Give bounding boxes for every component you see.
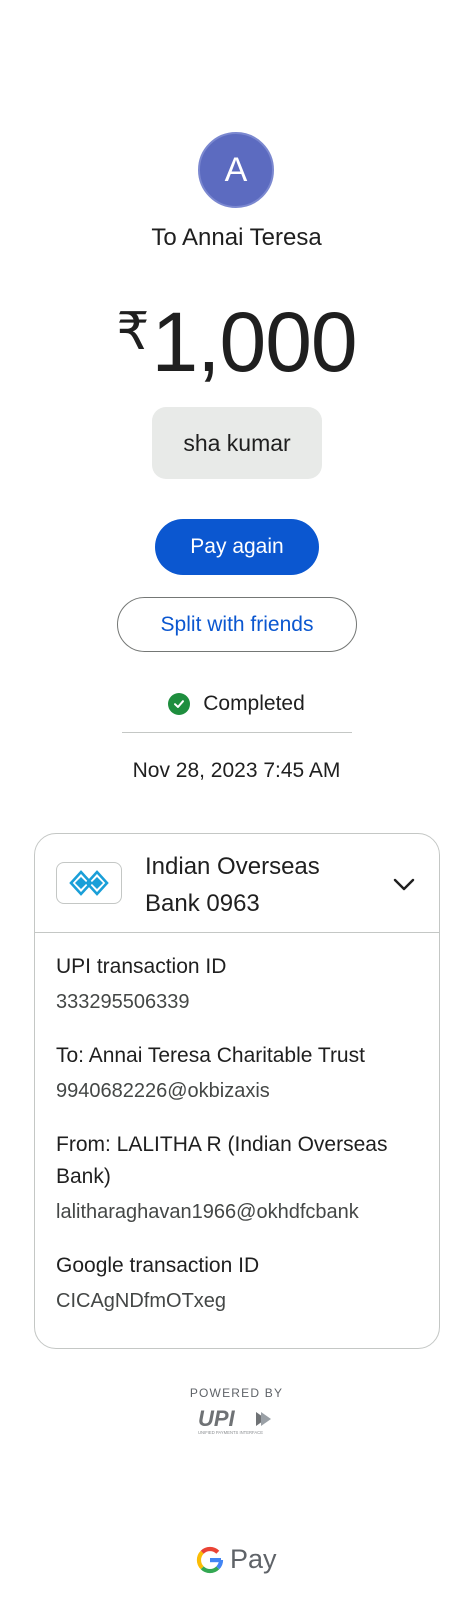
upi-logo: UPI UNIFIED PAYMENTS INTERFACE	[198, 1406, 271, 1435]
transaction-details-card: Indian Overseas Bank 0963 UPI transactio…	[34, 833, 440, 1349]
currency-symbol: ₹	[116, 303, 150, 361]
amount-value: 1,000	[151, 295, 357, 389]
chevron-down-icon[interactable]	[391, 871, 417, 897]
detail-label: From: LALITHA R (Indian Overseas Bank)	[56, 1133, 388, 1188]
transaction-datetime: Nov 28, 2023 7:45 AM	[132, 759, 341, 782]
detail-label: Google transaction ID	[56, 1254, 260, 1277]
google-pay-brand: Pay	[196, 1544, 277, 1575]
detail-label: UPI transaction ID	[56, 955, 227, 978]
bank-account-header[interactable]: Indian Overseas Bank 0963	[35, 834, 439, 933]
detail-label: To: Annai Teresa Charitable Trust	[56, 1044, 365, 1067]
google-pay-label: Pay	[230, 1544, 277, 1574]
status-label: Completed	[203, 692, 305, 715]
recipient-title: To Annai Teresa	[151, 224, 322, 251]
pay-again-button[interactable]: Pay again	[155, 519, 319, 575]
payment-note: sha kumar	[152, 407, 322, 479]
bank-logo-icon	[56, 862, 122, 904]
powered-by-label: POWERED BY	[189, 1386, 284, 1400]
detail-row-to: To: Annai Teresa Charitable Trust 994068…	[56, 1040, 426, 1107]
detail-row-upi-id: UPI transaction ID 333295506339	[56, 951, 426, 1018]
split-with-friends-button[interactable]: Split with friends	[117, 597, 357, 652]
detail-value: 333295506339	[56, 991, 190, 1013]
check-circle-icon	[168, 693, 191, 715]
payment-amount: ₹1,000	[0, 288, 473, 411]
detail-value: 9940682226@okbizaxis	[56, 1080, 270, 1102]
status-divider	[122, 732, 352, 733]
detail-value: CICAgNDfmOTxeg	[56, 1290, 227, 1312]
recipient-avatar: A	[198, 132, 274, 208]
detail-value: lalitharaghavan1966@okhdfcbank	[56, 1201, 359, 1223]
upi-logo-text: UPI	[198, 1406, 236, 1431]
transaction-details-list: UPI transaction ID 333295506339 To: Anna…	[56, 951, 426, 1339]
transaction-details-page: A To Annai Teresa ₹1,000 sha kumar Pay a…	[0, 0, 473, 1600]
detail-row-google-id: Google transaction ID CICAgNDfmOTxeg	[56, 1250, 426, 1317]
bank-name-line1: Indian Overseas	[145, 853, 320, 880]
bank-name-line2: Bank 0963	[145, 890, 260, 917]
status-row: Completed	[0, 692, 473, 716]
bank-name: Indian Overseas Bank 0963	[145, 848, 375, 922]
upi-tagline: UNIFIED PAYMENTS INTERFACE	[198, 1430, 263, 1435]
detail-row-from: From: LALITHA R (Indian Overseas Bank) l…	[56, 1129, 426, 1228]
google-g-icon	[196, 1546, 224, 1573]
